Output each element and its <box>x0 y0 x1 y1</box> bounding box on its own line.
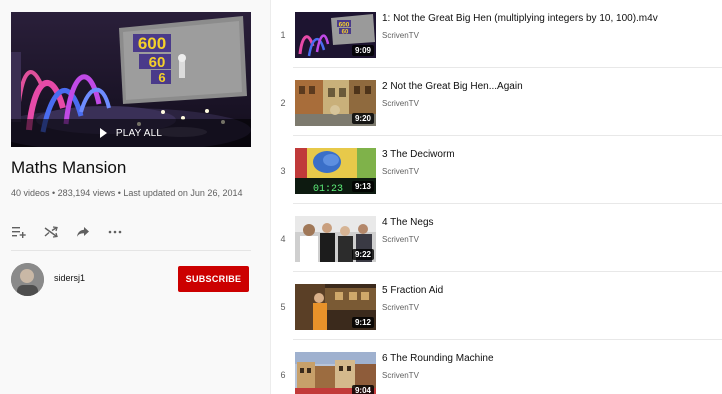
video-channel[interactable]: ScrivenTV <box>382 371 419 380</box>
video-channel[interactable]: ScrivenTV <box>382 167 419 176</box>
more-icon[interactable] <box>107 224 123 240</box>
video-row[interactable]: 6 9:04 6 The Rounding Machine ScrivenTV <box>271 340 722 394</box>
play-icon <box>99 128 107 138</box>
video-thumbnail[interactable]: 9:22 <box>295 216 376 262</box>
video-title[interactable]: 6 The Rounding Machine <box>382 353 494 364</box>
owner-name[interactable]: sidersj1 <box>54 273 85 283</box>
video-index: 2 <box>280 98 286 108</box>
playlist-sidebar: 600 60 6 PLAY ALL Maths Mansion 40 video… <box>0 0 262 394</box>
video-row[interactable]: 2 9:20 2 Not the Great Big Hen...Again S… <box>271 68 722 136</box>
play-all-button[interactable]: PLAY ALL <box>11 119 251 147</box>
video-thumbnail[interactable]: 01:23 9:13 <box>295 148 376 194</box>
duration-badge: 9:22 <box>351 249 374 260</box>
duration-badge: 9:09 <box>351 45 374 56</box>
thumb-number-600: 600 <box>339 22 350 29</box>
video-channel[interactable]: ScrivenTV <box>382 31 419 40</box>
playlist-thumbnail[interactable]: 600 60 6 PLAY ALL <box>11 12 251 147</box>
shuffle-icon[interactable] <box>43 224 59 240</box>
video-index: 1 <box>280 30 286 40</box>
owner-avatar[interactable] <box>11 263 44 296</box>
video-title[interactable]: 2 Not the Great Big Hen...Again <box>382 81 523 92</box>
video-row[interactable]: 4 9:22 4 The Negs ScrivenTV <box>271 204 722 272</box>
video-title[interactable]: 3 The Deciworm <box>382 149 455 160</box>
thumb-number-60: 60 <box>342 30 349 36</box>
video-thumbnail[interactable]: 600 60 9:09 <box>295 12 376 58</box>
playlist-stats: 40 videos • 283,194 views • Last updated… <box>11 188 243 198</box>
video-index: 3 <box>280 166 286 176</box>
playlist-video-list: 1 600 60 9:09 1: Not the Great Big Hen (… <box>270 0 722 394</box>
video-index: 4 <box>280 234 286 244</box>
video-channel[interactable]: ScrivenTV <box>382 303 419 312</box>
video-channel[interactable]: ScrivenTV <box>382 99 419 108</box>
video-row[interactable]: 1 600 60 9:09 1: Not the Great Big Hen (… <box>271 0 722 68</box>
share-icon[interactable] <box>75 224 91 240</box>
playlist-actions <box>11 224 139 240</box>
video-title[interactable]: 1: Not the Great Big Hen (multiplying in… <box>382 13 658 24</box>
duration-badge: 9:12 <box>351 317 374 328</box>
add-to-queue-icon[interactable] <box>11 224 27 240</box>
hero-number-60: 60 <box>149 54 166 71</box>
video-row[interactable]: 3 01:23 9:13 3 The Deciworm ScrivenTV <box>271 136 722 204</box>
video-thumbnail[interactable]: 9:12 <box>295 284 376 330</box>
hero-number-600: 600 <box>138 34 166 53</box>
thumb-readout: 01:23 <box>313 184 343 194</box>
video-row[interactable]: 5 9:12 5 Fraction Aid ScrivenTV <box>271 272 722 340</box>
duration-badge: 9:04 <box>351 385 374 394</box>
video-channel[interactable]: ScrivenTV <box>382 235 419 244</box>
duration-badge: 9:20 <box>351 113 374 124</box>
video-thumbnail[interactable]: 9:04 <box>295 352 376 394</box>
video-thumbnail[interactable]: 9:20 <box>295 80 376 126</box>
video-index: 6 <box>280 370 286 380</box>
divider <box>11 250 251 251</box>
hero-number-6: 6 <box>158 70 165 85</box>
subscribe-button[interactable]: SUBSCRIBE <box>178 266 249 292</box>
playlist-title[interactable]: Maths Mansion <box>11 158 126 178</box>
video-index: 5 <box>280 302 286 312</box>
video-title[interactable]: 5 Fraction Aid <box>382 285 443 296</box>
duration-badge: 9:13 <box>351 181 374 192</box>
play-all-label: PLAY ALL <box>115 127 163 139</box>
video-title[interactable]: 4 The Negs <box>382 217 434 228</box>
